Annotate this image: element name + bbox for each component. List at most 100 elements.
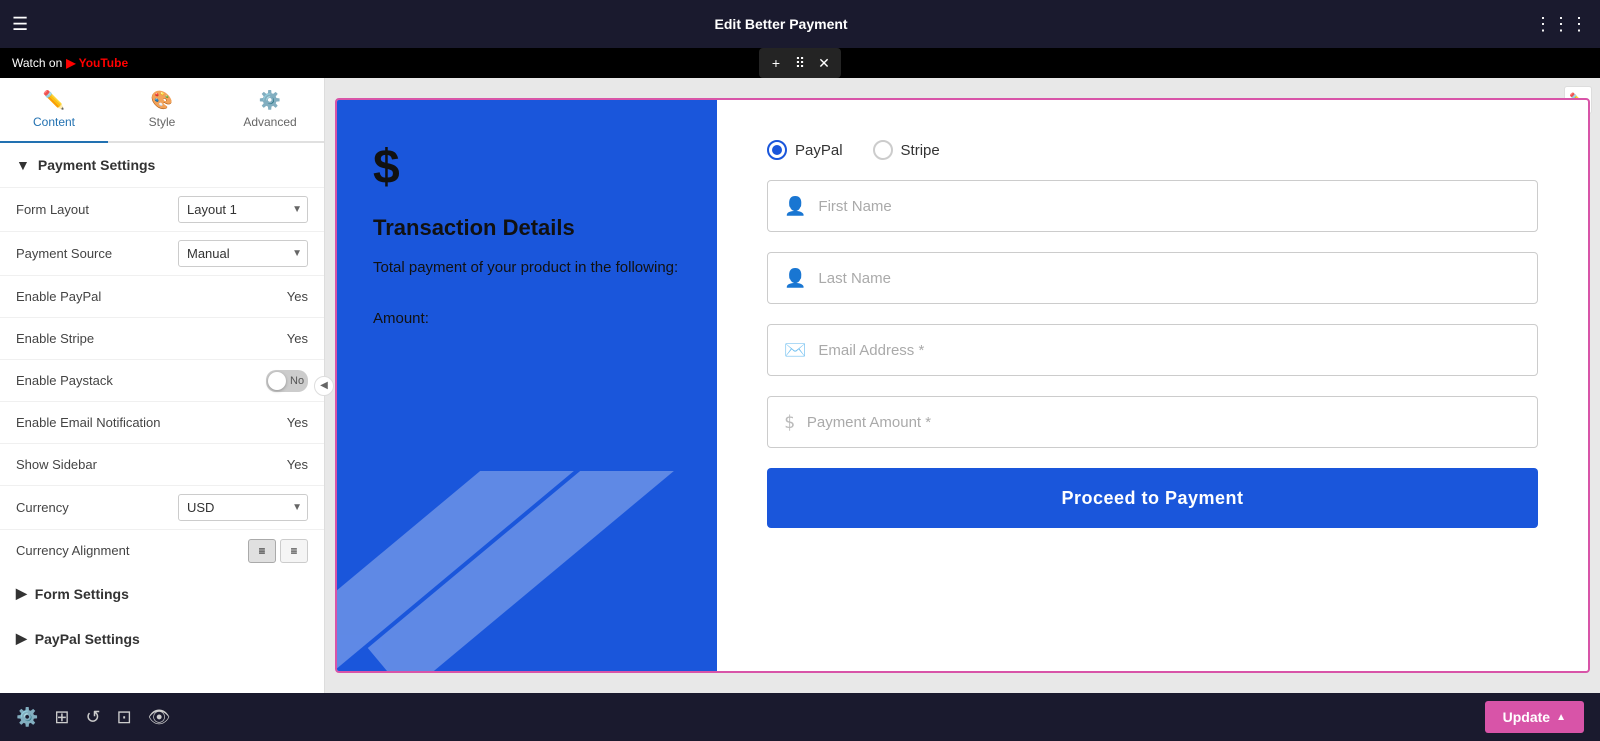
- currency-label: Currency: [16, 500, 178, 515]
- bottom-bar: ⚙️ ⊞ ↺ ⊡ 👁 Update ▲: [0, 693, 1600, 741]
- tab-advanced-label: Advanced: [243, 115, 296, 129]
- email-input[interactable]: [818, 342, 1521, 359]
- tab-style[interactable]: 🎨 Style: [108, 78, 216, 143]
- dollar-sign-icon: $: [373, 140, 681, 195]
- form-layout-select-wrapper: Layout 1 Layout 2 Layout 3 ▼: [178, 196, 308, 223]
- email-icon: ✉️: [784, 340, 806, 361]
- enable-paypal-row: Enable PayPal Yes: [0, 275, 324, 317]
- form-layout-row: Form Layout Layout 1 Layout 2 Layout 3 ▼: [0, 187, 324, 231]
- payment-settings-label: Payment Settings: [38, 157, 155, 173]
- email-field-wrapper: ✉️: [767, 324, 1538, 376]
- paypal-radio-label: PayPal: [795, 142, 843, 159]
- payment-settings-arrow: ▼: [16, 157, 30, 173]
- youtube-logo: Watch on ▶ YouTube: [12, 56, 128, 70]
- form-panel: PayPal Stripe 👤 👤: [717, 100, 1588, 671]
- currency-select-wrapper: USD EUR GBP ▼: [178, 494, 308, 521]
- last-name-field-wrapper: 👤: [767, 252, 1538, 304]
- toolbar-move-button[interactable]: ⠿: [789, 52, 811, 74]
- currency-row: Currency USD EUR GBP ▼: [0, 485, 324, 529]
- preview-icon[interactable]: 👁: [148, 707, 171, 728]
- canvas-area: ✏️ $ Transaction Details Total payment o…: [325, 78, 1600, 693]
- first-name-icon: 👤: [784, 196, 806, 217]
- enable-paypal-value: Yes: [287, 289, 308, 304]
- toggle-knob: [268, 372, 286, 390]
- youtube-label: ▶ YouTube: [66, 56, 128, 70]
- amount-label: Amount:: [373, 310, 681, 327]
- transaction-description: Total payment of your product in the fol…: [373, 257, 681, 280]
- currency-alignment-row: Currency Alignment ≡ ≡: [0, 529, 324, 571]
- paypal-settings-label: PayPal Settings: [35, 631, 140, 647]
- enable-paystack-label: Enable Paystack: [16, 373, 266, 388]
- show-sidebar-value: Yes: [287, 457, 308, 472]
- advanced-icon: ⚙️: [259, 90, 281, 111]
- first-name-field-wrapper: 👤: [767, 180, 1538, 232]
- watch-on-label: Watch on: [12, 56, 62, 70]
- payment-source-label: Payment Source: [16, 246, 178, 261]
- hamburger-icon[interactable]: ☰: [12, 14, 28, 35]
- payment-amount-input[interactable]: [807, 414, 1521, 431]
- payment-settings-header[interactable]: ▼ Payment Settings: [0, 143, 324, 187]
- last-name-input[interactable]: [818, 270, 1521, 287]
- currency-select[interactable]: USD EUR GBP: [178, 494, 308, 521]
- last-name-icon: 👤: [784, 268, 806, 289]
- top-bar: ☰ Edit Better Payment ⋮⋮⋮: [0, 0, 1600, 48]
- diagonal-decoration: [337, 471, 717, 671]
- payment-method-radio-group: PayPal Stripe: [767, 140, 1538, 160]
- layers-icon[interactable]: ⊞: [54, 707, 69, 728]
- grid-icon[interactable]: ⋮⋮⋮: [1534, 14, 1588, 35]
- show-sidebar-label: Show Sidebar: [16, 457, 287, 472]
- payment-widget: $ Transaction Details Total payment of y…: [335, 98, 1590, 673]
- form-settings-header[interactable]: ▶ Form Settings: [0, 571, 324, 616]
- payment-amount-icon: $: [784, 412, 795, 433]
- enable-stripe-row: Enable Stripe Yes: [0, 317, 324, 359]
- floating-toolbar: + ⠿ ✕: [759, 48, 841, 78]
- toggle-no-label: No: [290, 375, 304, 387]
- enable-paystack-row: Enable Paystack No: [0, 359, 324, 401]
- align-right-button[interactable]: ≡: [280, 539, 308, 563]
- enable-stripe-value: Yes: [287, 331, 308, 346]
- update-button[interactable]: Update ▲: [1485, 701, 1584, 733]
- responsive-icon[interactable]: ⊡: [117, 707, 132, 728]
- toolbar-add-button[interactable]: +: [765, 52, 787, 74]
- payment-source-select-wrapper: Manual Automatic ▼: [178, 240, 308, 267]
- panel-content: ▼ Payment Settings Form Layout Layout 1 …: [0, 143, 324, 693]
- page-title: Edit Better Payment: [40, 16, 1522, 32]
- form-layout-select[interactable]: Layout 1 Layout 2 Layout 3: [178, 196, 308, 223]
- settings-icon[interactable]: ⚙️: [16, 707, 38, 728]
- tab-style-label: Style: [149, 115, 176, 129]
- paypal-radio-inner: [772, 145, 782, 155]
- update-label: Update: [1503, 709, 1550, 725]
- tab-content[interactable]: ✏️ Content: [0, 78, 108, 143]
- paypal-settings-header[interactable]: ▶ PayPal Settings: [0, 616, 324, 661]
- currency-alignment-label: Currency Alignment: [16, 543, 248, 558]
- form-layout-label: Form Layout: [16, 202, 178, 217]
- stripe-radio-option[interactable]: Stripe: [873, 140, 940, 160]
- tab-bar: ✏️ Content 🎨 Style ⚙️ Advanced: [0, 78, 324, 143]
- enable-email-row: Enable Email Notification Yes: [0, 401, 324, 443]
- stripe-radio-circle: [873, 140, 893, 160]
- blue-panel: $ Transaction Details Total payment of y…: [337, 100, 717, 671]
- left-panel: ✏️ Content 🎨 Style ⚙️ Advanced ▼ Payment…: [0, 78, 325, 693]
- toolbar-close-button[interactable]: ✕: [813, 52, 835, 74]
- main-layout: ✏️ Content 🎨 Style ⚙️ Advanced ▼ Payment…: [0, 78, 1600, 693]
- history-icon[interactable]: ↺: [86, 707, 101, 728]
- paypal-settings-arrow: ▶: [16, 630, 27, 647]
- stripe-radio-label: Stripe: [901, 142, 940, 159]
- payment-amount-field-wrapper: $: [767, 396, 1538, 448]
- form-settings-arrow: ▶: [16, 585, 27, 602]
- style-icon: 🎨: [151, 90, 173, 111]
- paypal-radio-option[interactable]: PayPal: [767, 140, 843, 160]
- first-name-input[interactable]: [818, 198, 1521, 215]
- content-icon: ✏️: [43, 90, 65, 111]
- enable-paypal-label: Enable PayPal: [16, 289, 287, 304]
- show-sidebar-row: Show Sidebar Yes: [0, 443, 324, 485]
- tab-advanced[interactable]: ⚙️ Advanced: [216, 78, 324, 143]
- payment-source-select[interactable]: Manual Automatic: [178, 240, 308, 267]
- enable-paystack-toggle[interactable]: No: [266, 370, 308, 392]
- tab-content-label: Content: [33, 115, 75, 129]
- paypal-radio-circle: [767, 140, 787, 160]
- update-chevron-icon: ▲: [1556, 712, 1566, 723]
- proceed-to-payment-button[interactable]: Proceed to Payment: [767, 468, 1538, 528]
- align-left-button[interactable]: ≡: [248, 539, 276, 563]
- collapse-handle[interactable]: ◀: [314, 376, 334, 396]
